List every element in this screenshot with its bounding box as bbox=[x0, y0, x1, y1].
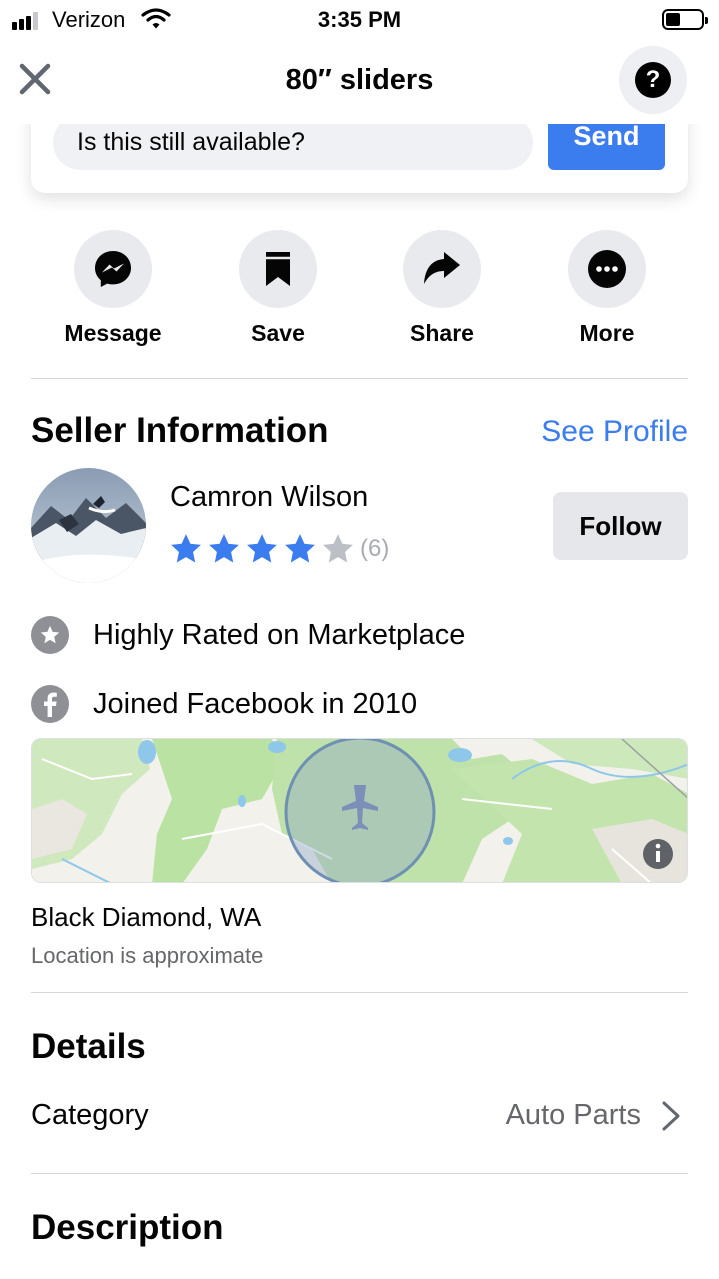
divider bbox=[31, 1173, 688, 1174]
rating-star-icon bbox=[209, 534, 239, 563]
rating-star-icon bbox=[247, 534, 277, 563]
more-action-button[interactable]: More bbox=[537, 230, 677, 347]
listing-page: Verizon 3:35 PM 80″ sliders ? Send bbox=[0, 0, 719, 1279]
seller-name[interactable]: Camron Wilson bbox=[170, 481, 368, 514]
seller-avatar[interactable] bbox=[31, 468, 146, 583]
share-arrow-icon bbox=[424, 252, 460, 284]
help-button[interactable]: ? bbox=[619, 46, 687, 114]
map-image bbox=[32, 739, 687, 882]
see-profile-link[interactable]: See Profile bbox=[541, 415, 688, 449]
seller-rating: (6) bbox=[168, 532, 389, 566]
share-action-label: Share bbox=[410, 320, 474, 346]
joined-facebook-badge: Joined Facebook in 2010 bbox=[31, 684, 417, 724]
location-map[interactable] bbox=[31, 738, 688, 883]
divider bbox=[31, 378, 688, 379]
description-heading: Description bbox=[31, 1208, 224, 1247]
review-count: (6) bbox=[360, 535, 390, 562]
message-action-button[interactable]: Message bbox=[43, 230, 183, 347]
help-icon: ? bbox=[635, 62, 671, 98]
details-heading: Details bbox=[31, 1027, 146, 1066]
messenger-icon bbox=[95, 251, 131, 287]
highly-rated-text: Highly Rated on Marketplace bbox=[93, 618, 466, 651]
star-badge-icon bbox=[31, 616, 69, 654]
avatar-photo bbox=[31, 468, 146, 583]
more-dots-icon bbox=[588, 250, 626, 288]
rating-star-icon bbox=[285, 534, 315, 563]
action-row: Message Save Share More bbox=[0, 230, 719, 350]
seller-info-heading: Seller Information bbox=[31, 411, 329, 450]
chevron-right-icon bbox=[662, 1101, 680, 1131]
facebook-icon bbox=[31, 685, 69, 723]
joined-facebook-text: Joined Facebook in 2010 bbox=[93, 687, 418, 720]
rating-star-icon bbox=[171, 534, 201, 563]
share-action-button[interactable]: Share bbox=[372, 230, 512, 347]
highly-rated-badge: Highly Rated on Marketplace bbox=[31, 615, 465, 655]
follow-button[interactable]: Follow bbox=[553, 492, 688, 560]
page-title: 80″ sliders bbox=[285, 64, 434, 96]
bookmark-icon bbox=[266, 252, 290, 286]
status-time: 3:35 PM bbox=[317, 7, 402, 32]
category-label: Category bbox=[31, 1099, 149, 1131]
divider bbox=[31, 992, 688, 993]
category-value: Auto Parts bbox=[505, 1099, 641, 1131]
location-note: Location is approximate bbox=[31, 943, 264, 968]
message-action-label: Message bbox=[64, 320, 162, 346]
more-action-label: More bbox=[579, 320, 635, 346]
rating-star-icon bbox=[323, 534, 353, 563]
battery-icon bbox=[662, 9, 708, 30]
location-name: Black Diamond, WA bbox=[31, 902, 262, 932]
status-bar: Verizon 3:35 PM bbox=[0, 0, 719, 40]
save-action-button[interactable]: Save bbox=[208, 230, 348, 347]
nav-bar: 80″ sliders ? bbox=[0, 40, 719, 124]
save-action-label: Save bbox=[251, 320, 305, 346]
